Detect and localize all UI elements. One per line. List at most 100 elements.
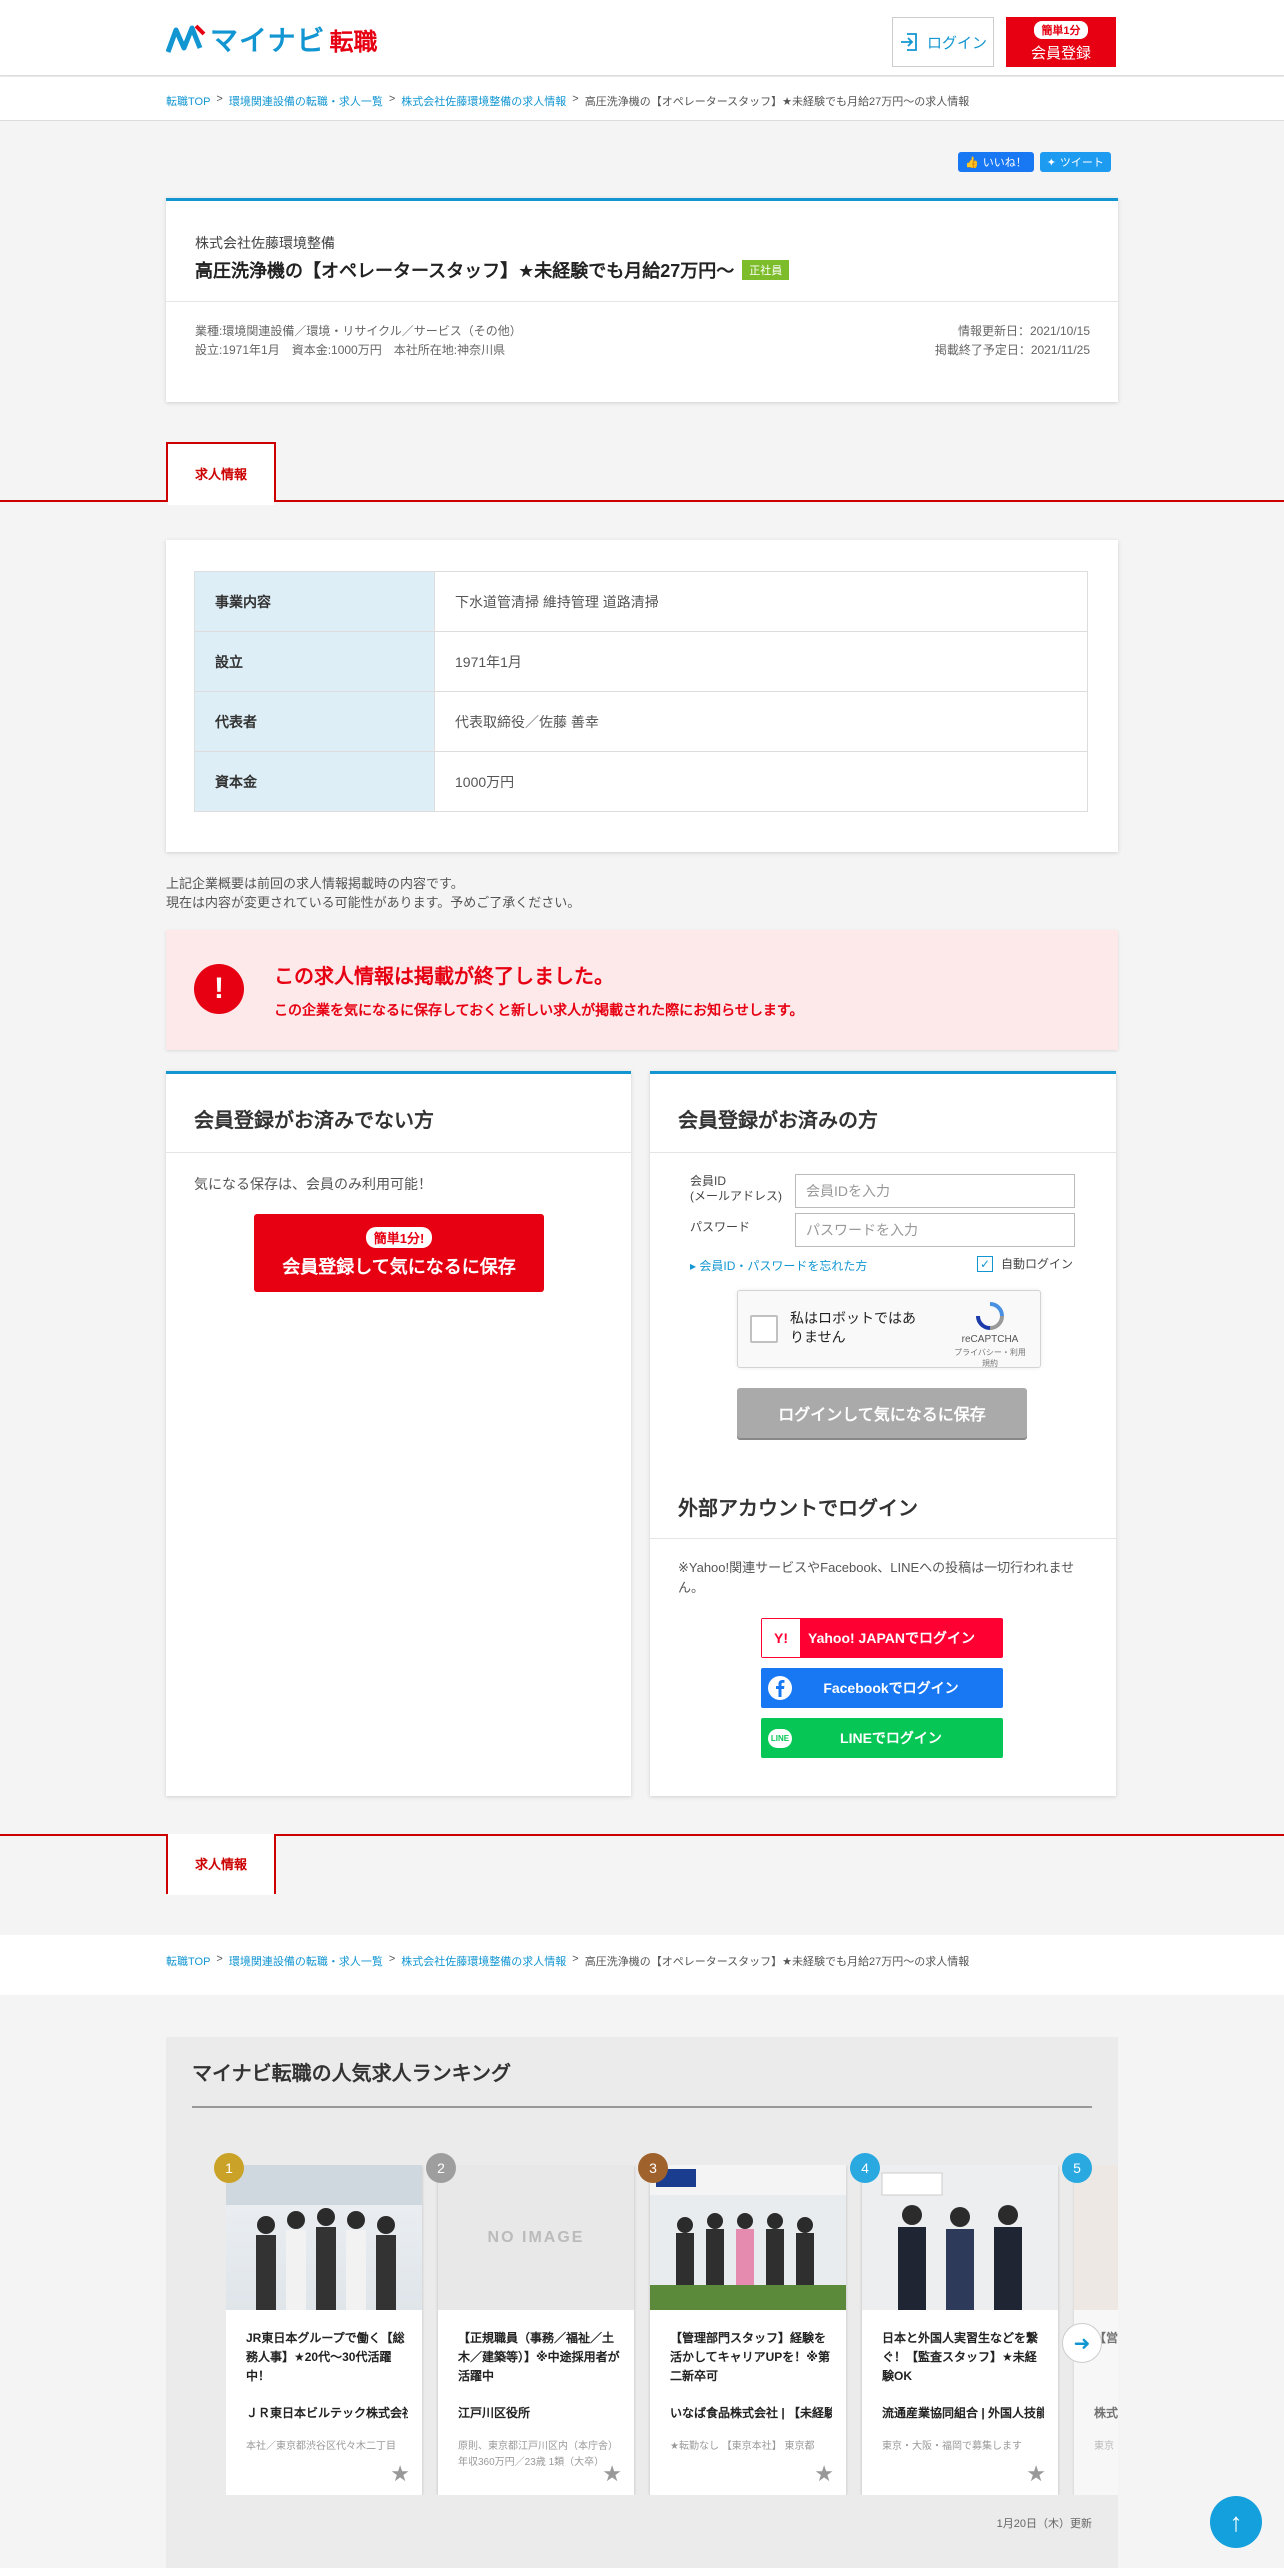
member-id-input[interactable]: 会員IDを入力 bbox=[795, 1174, 1075, 1208]
star-icon[interactable]: ★ bbox=[1026, 2461, 1046, 2487]
tweet-button[interactable]: ✦ ツイート bbox=[1039, 152, 1111, 172]
recaptcha-text: 私はロボットではありません bbox=[790, 1310, 916, 1345]
twitter-bird-icon: ✦ bbox=[1046, 156, 1056, 169]
table-header-cell: 資本金 bbox=[194, 751, 435, 812]
tab-label: 求人情報 bbox=[194, 466, 247, 482]
logo-mark-icon bbox=[166, 24, 206, 53]
star-icon[interactable]: ★ bbox=[390, 2461, 410, 2487]
tweet-label: ツイート bbox=[1059, 157, 1104, 169]
rank-badge: 1 bbox=[214, 2153, 244, 2183]
ranking-company: 流通産業協同組合 | 外国人技能実習生 bbox=[882, 2406, 1044, 2420]
ranking-job-title: 【管理部門スタッフ】経験を活かしてキャリアUPを！※第二新卒可 bbox=[670, 2331, 830, 2383]
mynavi-logo[interactable]: マイナビ 転職 bbox=[166, 22, 377, 56]
page-top-button[interactable]: ↑ bbox=[1210, 2496, 1262, 2548]
end-date: 掲載終了予定日：2021/11/25 bbox=[934, 343, 1090, 357]
rank-badge: 3 bbox=[638, 2153, 668, 2183]
table-value-cell: 代表取締役／佐藤 善幸 bbox=[434, 691, 1088, 752]
login-button[interactable]: ログイン bbox=[892, 17, 994, 67]
line-login-button[interactable]: LINE LINEでログイン bbox=[761, 1718, 1003, 1758]
ranking-location: 東京・大阪・福岡で募集します bbox=[882, 2441, 1022, 2452]
job-title-text: 高圧洗浄機の【オペレータースタッフ】★未経験でも月給27万円～ bbox=[195, 261, 735, 281]
table-header-cell: 事業内容 bbox=[194, 571, 435, 632]
divider bbox=[650, 1538, 1116, 1539]
thumbs-up-icon: 👍 bbox=[965, 156, 979, 169]
member-id-label-line: 会員ID bbox=[690, 1174, 727, 1188]
register-button[interactable]: 簡単1分 会員登録 bbox=[1006, 17, 1116, 67]
social-buttons: 👍 いいね！ ✦ ツイート bbox=[958, 152, 1111, 172]
table-header-cell: 代表者 bbox=[194, 691, 435, 752]
table-value-cell: 1971年1月 bbox=[434, 631, 1088, 692]
rank-badge: 2 bbox=[426, 2153, 456, 2183]
checkmark-icon: ✓ bbox=[977, 1255, 993, 1272]
recaptcha-brand: reCAPTCHA bbox=[961, 1334, 1019, 1345]
ranking-card[interactable]: JR東日本グループで働く【総務人事】★20代～30代活躍中！ ＪＲ東日本ビルテッ… bbox=[226, 2165, 422, 2495]
breadcrumb-link-company[interactable]: 株式会社佐藤環境整備の求人情報 bbox=[401, 93, 566, 109]
register-and-save-button[interactable]: 簡単1分! 会員登録して気になるに保存 bbox=[254, 1214, 544, 1292]
breadcrumb-link-top[interactable]: 転職TOP bbox=[166, 1953, 210, 1969]
breadcrumb-separator: > bbox=[388, 1953, 396, 1965]
member-id-label: 会員ID (メールアドレス) bbox=[690, 1174, 782, 1204]
star-icon[interactable]: ★ bbox=[602, 2461, 622, 2487]
breadcrumb-link-category[interactable]: 環境関連設備の転職・求人一覧 bbox=[229, 1953, 383, 1969]
breadcrumb-current: 高圧洗浄機の【オペレータースタッフ】★未経験でも月給27万円～の求人情報 bbox=[584, 96, 970, 108]
external-login-note: ※Yahoo!関連サービスやFacebook、LINEへの投稿は一切行われません… bbox=[678, 1560, 1075, 1595]
tab-job-info-bottom[interactable]: 求人情報 bbox=[166, 1834, 276, 1895]
login-and-save-button[interactable]: ログインして気になるに保存 bbox=[737, 1388, 1027, 1438]
tab-job-info[interactable]: 求人情報 bbox=[166, 442, 276, 505]
arrow-right-icon[interactable]: ➜ bbox=[1062, 2323, 1102, 2363]
recaptcha-links[interactable]: プライバシー・利用規約 bbox=[952, 1347, 1028, 1369]
breadcrumb-separator: > bbox=[572, 93, 579, 105]
no-image-placeholder: NO IMAGE bbox=[438, 2165, 634, 2310]
popular-ranking-section: マイナビ転職の人気求人ランキング 1 2 3 4 5 JR東日本グループで働く【… bbox=[166, 2037, 1118, 2568]
job-photo bbox=[226, 2165, 422, 2310]
job-photo bbox=[650, 2165, 846, 2310]
panel-heading: 会員登録がお済みの方 bbox=[678, 1110, 878, 1132]
breadcrumb-current: 高圧洗浄機の【オペレータースタッフ】★未経験でも月給27万円～の求人情報 bbox=[584, 1956, 970, 1968]
yahoo-login-label: Yahoo! JAPANでログイン bbox=[808, 1630, 975, 1646]
logo-main-text: マイナビ bbox=[210, 25, 326, 56]
password-label: パスワード bbox=[690, 1220, 751, 1234]
breadcrumb-link-company[interactable]: 株式会社佐藤環境整備の求人情報 bbox=[401, 1953, 566, 1969]
breadcrumb-link-category[interactable]: 環境関連設備の転職・求人一覧 bbox=[229, 93, 383, 109]
password-input[interactable]: パスワードを入力 bbox=[795, 1213, 1075, 1247]
breadcrumb: 転職TOP > 環境関連設備の転職・求人一覧 > 株式会社佐藤環境整備の求人情報… bbox=[166, 1953, 969, 1969]
breadcrumb-link-top[interactable]: 転職TOP bbox=[166, 93, 210, 109]
breadcrumb: 転職TOP > 環境関連設備の転職・求人一覧 > 株式会社佐藤環境整備の求人情報… bbox=[166, 93, 969, 109]
recaptcha-checkbox[interactable] bbox=[750, 1315, 778, 1343]
members-only-text: 気になる保存は、会員のみ利用可能！ bbox=[194, 1176, 432, 1192]
ranking-job-title: 日本と外国人実習生などを繋ぐ！【監査スタッフ】★未経験OK bbox=[882, 2331, 1039, 2383]
outdated-note: 上記企業概要は前回の求人情報掲載時の内容です。 現在は内容が変更されている可能性… bbox=[166, 874, 580, 912]
facebook-login-button[interactable]: Facebookでログイン bbox=[761, 1668, 1003, 1708]
recaptcha-widget: 私はロボットではありません reCAPTCHA プライバシー・利用規約 bbox=[737, 1290, 1041, 1368]
register-pill: 簡単1分! bbox=[365, 1227, 433, 1248]
ranking-card[interactable]: 日本と外国人実習生などを繋ぐ！【監査スタッフ】★未経験OK 流通産業協同組合 |… bbox=[862, 2165, 1058, 2495]
closed-title: この求人情報は掲載が終了しました。 bbox=[274, 966, 614, 988]
recaptcha-icon bbox=[976, 1302, 1004, 1330]
forgot-credentials-link[interactable]: ▸ 会員ID・パスワードを忘れた方 bbox=[690, 1257, 867, 1274]
updated-date: 情報更新日：2021/10/15 bbox=[957, 324, 1090, 338]
divider bbox=[166, 301, 1118, 302]
employment-type-badge: 正社員 bbox=[742, 260, 790, 280]
ranking-location: 東京 bbox=[1094, 2441, 1114, 2452]
ranking-title: マイナビ転職の人気求人ランキング bbox=[192, 2063, 511, 2085]
facebook-login-label: Facebookでログイン bbox=[823, 1680, 959, 1696]
ranking-card[interactable]: NO IMAGE 【正規職員（事務／福祉／土木／建築等）】※中途採用者が活躍中 … bbox=[438, 2165, 634, 2495]
breadcrumb-bar-bottom: 転職TOP > 環境関連設備の転職・求人一覧 > 株式会社佐藤環境整備の求人情報… bbox=[0, 1935, 1284, 1995]
ranking-company: ＪＲ東日本ビルテック株式会社 bbox=[246, 2406, 408, 2420]
divider bbox=[166, 1152, 631, 1153]
recaptcha-logo: reCAPTCHA プライバシー・利用規約 bbox=[952, 1301, 1028, 1369]
table-value-cell: 下水道管清掃 維持管理 道路清掃 bbox=[434, 571, 1088, 632]
alert-icon: ! bbox=[194, 964, 244, 1014]
member-id-label-line: (メールアドレス) bbox=[690, 1189, 782, 1203]
ranking-card[interactable]: 【管理部門スタッフ】経験を活かしてキャリアUPを！※第二新卒可 いなば食品株式会… bbox=[650, 2165, 846, 2495]
divider bbox=[192, 2106, 1092, 2108]
ranking-company: 株式会社 bbox=[1094, 2406, 1118, 2420]
yahoo-login-button[interactable]: Y! Yahoo! JAPANでログイン bbox=[761, 1618, 1003, 1658]
closed-subtitle: この企業を気になるに保存しておくと新しい求人が掲載された際にお知らせします。 bbox=[274, 1002, 804, 1018]
arrow-up-icon: ↑ bbox=[1229, 2506, 1243, 2537]
facebook-like-button[interactable]: 👍 いいね！ bbox=[958, 152, 1034, 172]
ranking-updated: 1月20日（木）更新 bbox=[996, 2518, 1092, 2530]
star-icon[interactable]: ★ bbox=[814, 2461, 834, 2487]
line-login-label: LINEでログイン bbox=[840, 1730, 942, 1746]
auto-login-checkbox[interactable]: ✓ 自動ログイン bbox=[977, 1255, 1073, 1272]
